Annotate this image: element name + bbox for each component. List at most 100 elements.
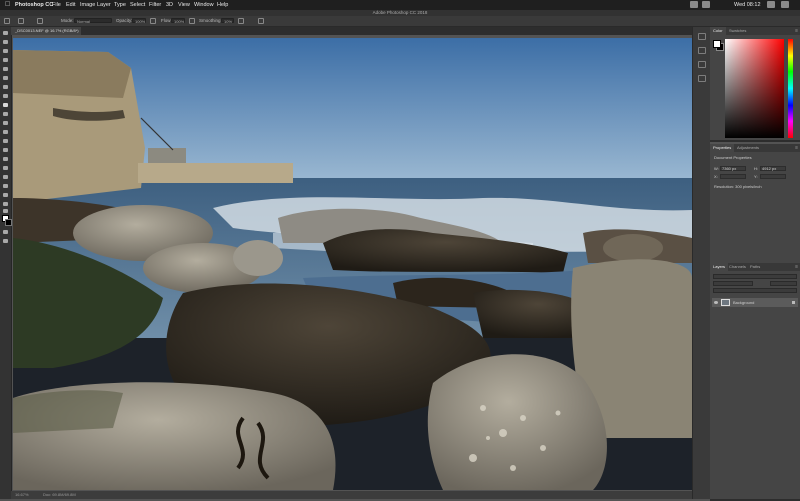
y-field[interactable] [760,174,786,179]
pressure-size-icon[interactable] [258,18,264,24]
foreground-color-chip[interactable] [713,40,721,48]
brush-preset-icon[interactable] [18,18,24,24]
menu-view[interactable]: View [178,2,190,8]
document-tab[interactable]: _DSC0013.NEF @ 16.7% (RGB/8*) [11,27,81,35]
zoom-level[interactable]: 16.67% [15,491,29,499]
paragraph-panel-icon[interactable] [698,75,706,82]
opacity-select[interactable] [770,281,797,286]
quick-mask-icon[interactable] [2,229,9,235]
color-panel: Color Swatches ≡ [710,27,800,142]
shape-tool-icon[interactable] [2,192,9,198]
status-bar: 16.67% Doc: 69.8M/69.8M [11,491,692,499]
menu-type[interactable]: Type [114,2,126,8]
y-label: Y: [754,174,758,179]
tab-properties[interactable]: Properties [710,144,735,152]
layers-panel-tabs: Layers Channels Paths ≡ [710,263,800,271]
height-field[interactable]: 4912 px [760,166,786,171]
smoothing-field[interactable]: 10% [221,18,234,24]
panel-menu-icon[interactable]: ≡ [795,145,798,151]
tab-color[interactable]: Color [710,27,726,35]
type-tool-icon[interactable] [2,174,9,180]
properties-panel-tabs: Properties Adjustments ≡ [710,144,800,152]
x-field[interactable] [720,174,746,179]
opacity-field[interactable]: 100% [132,18,146,24]
document-properties-title: Document Properties [714,155,752,160]
gradient-tool-icon[interactable] [2,138,9,144]
screen-mode-icon[interactable] [2,238,9,244]
move-tool-icon[interactable] [2,30,9,36]
tab-adjustments[interactable]: Adjustments [734,144,762,152]
quick-select-tool-icon[interactable] [2,57,9,63]
wifi-icon[interactable] [690,1,698,8]
tab-channels[interactable]: Channels [726,263,749,271]
menu-app-name[interactable]: Photoshop CC [15,2,53,8]
menu-clock[interactable]: Wed 08:12 [734,2,761,8]
menu-filter[interactable]: Filter [149,2,161,8]
layers-panel: Layers Channels Paths ≡ Background [710,263,800,501]
document-tab-bar: _DSC0013.NEF @ 16.7% (RGB/8*) [11,27,692,35]
spotlight-icon[interactable] [767,1,775,8]
color-picker-field[interactable] [725,39,784,138]
airbrush-icon[interactable] [189,18,195,24]
brushes-panel-icon[interactable] [698,47,706,54]
menu-edit[interactable]: Edit [66,2,75,8]
panel-menu-icon[interactable]: ≡ [795,264,798,270]
history-panel-icon[interactable] [698,33,706,40]
hand-tool-icon[interactable] [2,201,9,207]
menu-file[interactable]: File [52,2,61,8]
pressure-opacity-icon[interactable] [150,18,156,24]
apple-icon[interactable]:  [5,1,10,9]
clone-stamp-tool-icon[interactable] [2,111,9,117]
hue-slider[interactable] [788,39,793,138]
frame-tool-icon[interactable] [2,75,9,81]
tools-panel [0,27,12,499]
menu-3d[interactable]: 3D [166,2,173,8]
crop-tool-icon[interactable] [2,66,9,72]
properties-panel: Properties Adjustments ≡ Document Proper… [710,144,800,266]
layer-row-background[interactable]: Background [712,298,798,307]
background-color-swatch[interactable] [5,219,12,226]
width-field[interactable]: 7360 px [720,166,746,171]
dodge-tool-icon[interactable] [2,156,9,162]
history-brush-tool-icon[interactable] [2,120,9,126]
menu-image[interactable]: Image [80,2,95,8]
character-panel-icon[interactable] [698,61,706,68]
mode-select[interactable]: Normal [74,18,112,24]
eyedropper-tool-icon[interactable] [2,84,9,90]
path-selection-tool-icon[interactable] [2,183,9,189]
marquee-tool-icon[interactable] [2,39,9,45]
document-size: Doc: 69.8M/69.8M [43,492,76,497]
layer-filter-bar[interactable] [713,274,797,279]
eraser-tool-icon[interactable] [2,129,9,135]
blur-tool-icon[interactable] [2,147,9,153]
opacity-label: Opacity: [116,18,133,23]
blend-mode-select[interactable] [713,281,753,286]
menu-window[interactable]: Window [194,2,214,8]
width-label: W: [714,166,719,171]
pen-tool-icon[interactable] [2,165,9,171]
options-bar: Mode: Normal Opacity: 100% Flow: 100% Sm… [0,16,800,27]
flow-field[interactable]: 100% [171,18,185,24]
color-panel-tabs: Color Swatches ≡ [710,27,800,35]
tab-swatches[interactable]: Swatches [726,27,749,35]
lasso-tool-icon[interactable] [2,48,9,54]
brush-tool-icon[interactable] [2,102,9,108]
visibility-eye-icon[interactable] [714,301,718,304]
collapsed-panels-strip [692,27,711,499]
notification-center-icon[interactable] [781,1,789,8]
document-canvas[interactable] [13,38,692,490]
lock-icon [792,301,795,304]
brush-settings-icon[interactable] [37,18,43,24]
panel-menu-icon[interactable]: ≡ [795,28,798,34]
lock-fill-bar[interactable] [713,288,797,293]
zoom-tool-icon[interactable] [2,208,9,214]
healing-brush-tool-icon[interactable] [2,93,9,99]
battery-icon[interactable] [702,1,710,8]
menu-layer[interactable]: Layer [97,2,111,8]
smoothing-options-gear-icon[interactable] [238,18,244,24]
tab-paths[interactable]: Paths [747,263,763,271]
foreground-background-colors[interactable] [2,215,12,226]
home-icon[interactable] [4,18,10,24]
menu-select[interactable]: Select [130,2,145,8]
menu-help[interactable]: Help [217,2,228,8]
